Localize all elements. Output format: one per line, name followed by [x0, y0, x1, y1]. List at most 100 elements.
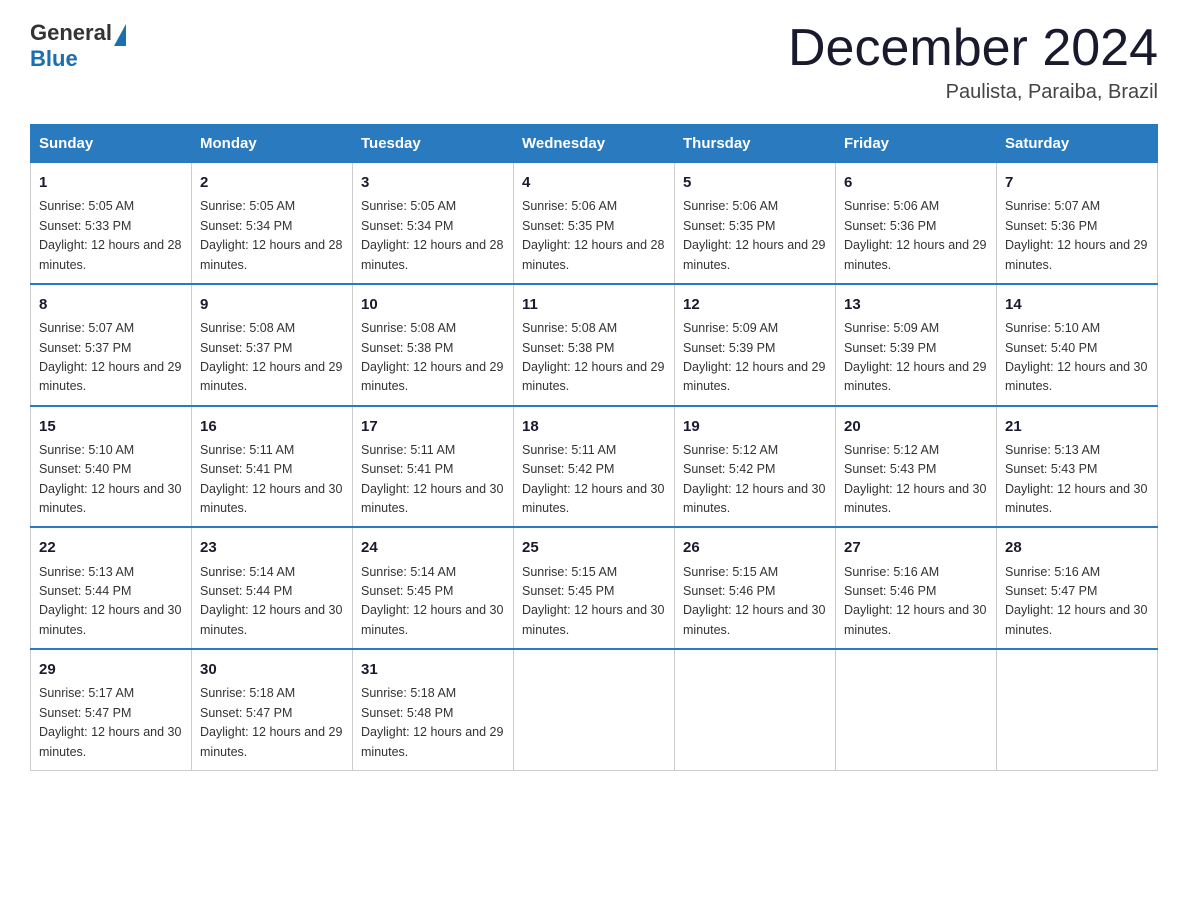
day-sunrise: Sunrise: 5:11 AMSunset: 5:42 PMDaylight:…: [522, 443, 664, 515]
calendar-cell: 23 Sunrise: 5:14 AMSunset: 5:44 PMDayligh…: [192, 527, 353, 649]
day-sunrise: Sunrise: 5:12 AMSunset: 5:43 PMDaylight:…: [844, 443, 986, 515]
day-number: 14: [1005, 293, 1149, 316]
day-sunrise: Sunrise: 5:11 AMSunset: 5:41 PMDaylight:…: [361, 443, 503, 515]
day-sunrise: Sunrise: 5:09 AMSunset: 5:39 PMDaylight:…: [683, 321, 825, 393]
calendar-header-tuesday: Tuesday: [353, 125, 514, 163]
calendar-week-row: 8 Sunrise: 5:07 AMSunset: 5:37 PMDaylight…: [31, 284, 1158, 406]
calendar-header-wednesday: Wednesday: [514, 125, 675, 163]
day-sunrise: Sunrise: 5:06 AMSunset: 5:35 PMDaylight:…: [683, 199, 825, 271]
page-header: General Blue December 2024 Paulista, Par…: [30, 20, 1158, 104]
calendar-cell: 21Sunrise: 5:13 AMSunset: 5:43 PMDayligh…: [997, 406, 1158, 528]
calendar-cell: 31Sunrise: 5:18 AMSunset: 5:48 PMDayligh…: [353, 649, 514, 770]
calendar-cell: 20 Sunrise: 5:12 AMSunset: 5:43 PMDayligh…: [836, 406, 997, 528]
day-number: 3: [361, 171, 505, 194]
month-title: December 2024: [788, 20, 1158, 77]
day-sunrise: Sunrise: 5:07 AMSunset: 5:37 PMDaylight:…: [39, 321, 181, 393]
location-title: Paulista, Paraiba, Brazil: [788, 81, 1158, 104]
day-number: 1: [39, 171, 183, 194]
calendar-cell: 24Sunrise: 5:14 AMSunset: 5:45 PMDayligh…: [353, 527, 514, 649]
day-sunrise: Sunrise: 5:05 AMSunset: 5:34 PMDaylight:…: [361, 199, 503, 271]
day-number: 8: [39, 293, 183, 316]
calendar-cell: 2 Sunrise: 5:05 AMSunset: 5:34 PMDaylight…: [192, 163, 353, 284]
calendar-header-saturday: Saturday: [997, 125, 1158, 163]
logo-triangle-icon: [114, 24, 126, 46]
day-number: 27: [844, 536, 988, 559]
day-number: 18: [522, 415, 666, 438]
day-sunrise: Sunrise: 5:09 AMSunset: 5:39 PMDaylight:…: [844, 321, 986, 393]
logo-general-text: General: [30, 20, 112, 46]
day-number: 4: [522, 171, 666, 194]
calendar-cell: 6 Sunrise: 5:06 AMSunset: 5:36 PMDaylight…: [836, 163, 997, 284]
day-number: 28: [1005, 536, 1149, 559]
calendar-cell: 12 Sunrise: 5:09 AMSunset: 5:39 PMDayligh…: [675, 284, 836, 406]
calendar-cell: 15Sunrise: 5:10 AMSunset: 5:40 PMDayligh…: [31, 406, 192, 528]
day-number: 11: [522, 293, 666, 316]
day-number: 2: [200, 171, 344, 194]
day-number: 6: [844, 171, 988, 194]
day-number: 21: [1005, 415, 1149, 438]
day-sunrise: Sunrise: 5:16 AMSunset: 5:47 PMDaylight:…: [1005, 565, 1147, 637]
day-number: 31: [361, 658, 505, 681]
day-number: 23: [200, 536, 344, 559]
calendar-week-row: 29Sunrise: 5:17 AMSunset: 5:47 PMDayligh…: [31, 649, 1158, 770]
calendar-week-row: 15Sunrise: 5:10 AMSunset: 5:40 PMDayligh…: [31, 406, 1158, 528]
day-sunrise: Sunrise: 5:14 AMSunset: 5:44 PMDaylight:…: [200, 565, 342, 637]
day-sunrise: Sunrise: 5:08 AMSunset: 5:37 PMDaylight:…: [200, 321, 342, 393]
day-sunrise: Sunrise: 5:15 AMSunset: 5:46 PMDaylight:…: [683, 565, 825, 637]
day-number: 25: [522, 536, 666, 559]
calendar-cell: 16 Sunrise: 5:11 AMSunset: 5:41 PMDayligh…: [192, 406, 353, 528]
logo: General Blue: [30, 20, 126, 72]
day-sunrise: Sunrise: 5:05 AMSunset: 5:34 PMDaylight:…: [200, 199, 342, 271]
calendar-header-friday: Friday: [836, 125, 997, 163]
calendar-cell: 3 Sunrise: 5:05 AMSunset: 5:34 PMDaylight…: [353, 163, 514, 284]
day-number: 16: [200, 415, 344, 438]
calendar-cell: [836, 649, 997, 770]
calendar-cell: [997, 649, 1158, 770]
calendar-cell: 11 Sunrise: 5:08 AMSunset: 5:38 PMDayligh…: [514, 284, 675, 406]
calendar-cell: 18 Sunrise: 5:11 AMSunset: 5:42 PMDayligh…: [514, 406, 675, 528]
day-sunrise: Sunrise: 5:10 AMSunset: 5:40 PMDaylight:…: [1005, 321, 1147, 393]
day-sunrise: Sunrise: 5:07 AMSunset: 5:36 PMDaylight:…: [1005, 199, 1147, 271]
title-section: December 2024 Paulista, Paraiba, Brazil: [788, 20, 1158, 104]
day-number: 26: [683, 536, 827, 559]
calendar-cell: 28 Sunrise: 5:16 AMSunset: 5:47 PMDayligh…: [997, 527, 1158, 649]
calendar-cell: 29Sunrise: 5:17 AMSunset: 5:47 PMDayligh…: [31, 649, 192, 770]
calendar-cell: 22Sunrise: 5:13 AMSunset: 5:44 PMDayligh…: [31, 527, 192, 649]
calendar-header-thursday: Thursday: [675, 125, 836, 163]
calendar-cell: [675, 649, 836, 770]
day-sunrise: Sunrise: 5:15 AMSunset: 5:45 PMDaylight:…: [522, 565, 664, 637]
day-number: 5: [683, 171, 827, 194]
calendar-header-sunday: Sunday: [31, 125, 192, 163]
calendar-cell: 26 Sunrise: 5:15 AMSunset: 5:46 PMDayligh…: [675, 527, 836, 649]
calendar-cell: 27 Sunrise: 5:16 AMSunset: 5:46 PMDayligh…: [836, 527, 997, 649]
day-number: 7: [1005, 171, 1149, 194]
calendar-cell: [514, 649, 675, 770]
calendar-header-monday: Monday: [192, 125, 353, 163]
calendar-cell: 7 Sunrise: 5:07 AMSunset: 5:36 PMDaylight…: [997, 163, 1158, 284]
calendar-cell: 14 Sunrise: 5:10 AMSunset: 5:40 PMDayligh…: [997, 284, 1158, 406]
day-sunrise: Sunrise: 5:08 AMSunset: 5:38 PMDaylight:…: [522, 321, 664, 393]
day-number: 12: [683, 293, 827, 316]
calendar-header-row: SundayMondayTuesdayWednesdayThursdayFrid…: [31, 125, 1158, 163]
calendar-cell: 8 Sunrise: 5:07 AMSunset: 5:37 PMDaylight…: [31, 284, 192, 406]
logo-blue-text: Blue: [30, 46, 126, 72]
calendar-cell: 1 Sunrise: 5:05 AMSunset: 5:33 PMDaylight…: [31, 163, 192, 284]
calendar-week-row: 22Sunrise: 5:13 AMSunset: 5:44 PMDayligh…: [31, 527, 1158, 649]
day-sunrise: Sunrise: 5:06 AMSunset: 5:36 PMDaylight:…: [844, 199, 986, 271]
calendar-cell: 25 Sunrise: 5:15 AMSunset: 5:45 PMDayligh…: [514, 527, 675, 649]
day-number: 24: [361, 536, 505, 559]
day-sunrise: Sunrise: 5:11 AMSunset: 5:41 PMDaylight:…: [200, 443, 342, 515]
day-sunrise: Sunrise: 5:13 AMSunset: 5:44 PMDaylight:…: [39, 565, 181, 637]
day-sunrise: Sunrise: 5:16 AMSunset: 5:46 PMDaylight:…: [844, 565, 986, 637]
calendar-cell: 10Sunrise: 5:08 AMSunset: 5:38 PMDayligh…: [353, 284, 514, 406]
day-number: 30: [200, 658, 344, 681]
calendar-cell: 13Sunrise: 5:09 AMSunset: 5:39 PMDayligh…: [836, 284, 997, 406]
day-sunrise: Sunrise: 5:17 AMSunset: 5:47 PMDaylight:…: [39, 686, 181, 758]
calendar-cell: 30Sunrise: 5:18 AMSunset: 5:47 PMDayligh…: [192, 649, 353, 770]
day-number: 20: [844, 415, 988, 438]
day-sunrise: Sunrise: 5:12 AMSunset: 5:42 PMDaylight:…: [683, 443, 825, 515]
calendar-cell: 4Sunrise: 5:06 AMSunset: 5:35 PMDaylight…: [514, 163, 675, 284]
day-sunrise: Sunrise: 5:05 AMSunset: 5:33 PMDaylight:…: [39, 199, 181, 271]
calendar-cell: 9Sunrise: 5:08 AMSunset: 5:37 PMDaylight…: [192, 284, 353, 406]
calendar-cell: 17Sunrise: 5:11 AMSunset: 5:41 PMDayligh…: [353, 406, 514, 528]
